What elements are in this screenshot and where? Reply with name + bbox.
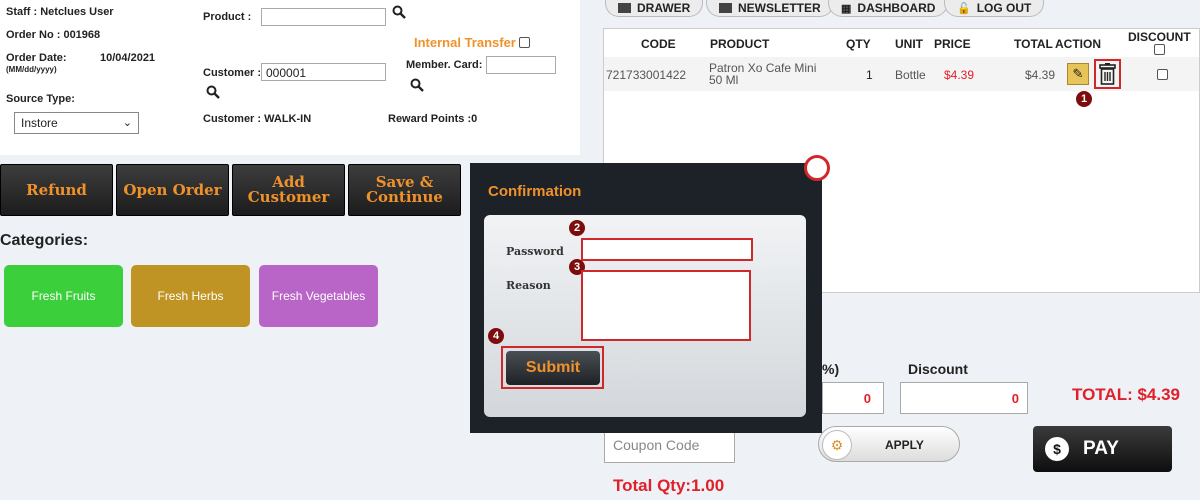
dashboard-icon: ▦	[841, 2, 852, 15]
tab-dashboard[interactable]: ▦ DASHBOARD	[828, 0, 949, 17]
drawer-icon	[618, 3, 631, 13]
select-all-discount-checkbox[interactable]	[1154, 44, 1165, 55]
customer-input[interactable]: 000001	[261, 63, 386, 81]
col-qty: QTY	[846, 37, 871, 51]
tab-newsletter-label: NEWSLETTER	[738, 1, 821, 15]
product-label: Product :	[203, 11, 252, 23]
order-date-value: 10/04/2021	[100, 52, 156, 64]
pct-input[interactable]: 0	[822, 382, 884, 414]
col-unit: UNIT	[895, 37, 923, 51]
envelope-icon	[719, 3, 732, 13]
order-info-panel: Staff : Netclues User Order No : 001968 …	[0, 0, 580, 155]
reason-label: Reason	[506, 279, 551, 292]
source-type-value: Instore	[21, 116, 58, 130]
customer-label: Customer :	[203, 67, 262, 79]
password-input[interactable]	[581, 238, 753, 261]
tab-dashboard-label: DASHBOARD	[857, 1, 936, 15]
col-discount: DISCOUNT	[1128, 30, 1191, 44]
tab-newsletter[interactable]: NEWSLETTER	[706, 0, 834, 17]
cash-icon: $	[1045, 437, 1069, 461]
member-card-search-icon[interactable]	[410, 78, 424, 92]
pay-label: PAY	[1083, 438, 1119, 459]
lock-icon: 🔓	[957, 2, 971, 15]
col-product: PRODUCT	[710, 37, 770, 51]
submit-button[interactable]: Submit	[506, 351, 600, 385]
internal-transfer-checkbox[interactable]	[518, 37, 530, 48]
reward-points: Reward Points :0	[388, 113, 478, 125]
coupon-tag-icon: ⚙	[822, 430, 852, 460]
discount-value: 0	[1011, 391, 1019, 406]
category-fresh-fruits[interactable]: Fresh Fruits	[4, 265, 123, 327]
close-icon[interactable]	[804, 155, 830, 181]
row-product: Patron Xo Cafe Mini 50 Ml	[709, 61, 817, 87]
annotation-badge-4: 4	[488, 328, 504, 344]
order-date-format: (MM/dd/yyyy)	[6, 65, 57, 74]
col-code: CODE	[641, 37, 676, 51]
total-amount: TOTAL: $4.39	[1072, 385, 1181, 404]
apply-label: APPLY	[885, 438, 924, 452]
confirmation-modal: Confirmation 2 Password 3 Reason 4 Submi…	[470, 155, 830, 433]
modal-body: 2 Password 3 Reason 4 Submit	[484, 215, 806, 417]
col-price: PRICE	[934, 37, 971, 51]
refund-button[interactable]: Refund	[0, 164, 113, 216]
annotation-badge-2: 2	[569, 220, 585, 236]
tab-drawer[interactable]: DRAWER	[605, 0, 704, 17]
pay-button[interactable]: $ PAY	[1033, 426, 1172, 472]
customer-search-icon[interactable]	[206, 85, 220, 99]
source-type-select[interactable]: Instore ⌄	[14, 112, 139, 134]
col-action: ACTION	[1055, 37, 1101, 51]
edit-item-icon[interactable]: ✎	[1067, 63, 1089, 85]
row-total: $4.39	[1025, 68, 1056, 82]
source-type-label: Source Type:	[6, 93, 75, 105]
category-fresh-vegetables[interactable]: Fresh Vegetables	[259, 265, 378, 327]
product-input[interactable]	[261, 8, 386, 26]
trash-icon[interactable]	[1098, 63, 1117, 85]
annotation-badge-1: 1	[1076, 91, 1092, 107]
total-qty: Total Qty:1.00	[613, 476, 725, 495]
member-card-input[interactable]	[486, 56, 556, 74]
discount-label: Discount	[908, 361, 968, 377]
tab-drawer-label: DRAWER	[637, 1, 691, 15]
reason-textarea[interactable]	[581, 270, 751, 341]
search-icon[interactable]	[392, 5, 406, 19]
member-card-label: Member. Card:	[406, 59, 483, 71]
row-unit: Bottle	[895, 68, 926, 82]
col-total: TOTAL	[1014, 37, 1053, 51]
staff-label: Staff : Netclues User	[6, 6, 114, 18]
password-label: Password	[506, 245, 564, 258]
customer-name: Customer : WALK-IN	[203, 113, 312, 125]
open-order-button[interactable]: Open Order	[116, 164, 229, 216]
apply-button[interactable]: ⚙ APPLY	[818, 426, 960, 462]
pct-label: %)	[822, 361, 840, 377]
category-fresh-herbs[interactable]: Fresh Herbs	[131, 265, 250, 327]
order-date-label: Order Date:	[6, 52, 67, 64]
order-number: Order No : 001968	[6, 29, 101, 41]
row-discount-checkbox[interactable]	[1157, 69, 1168, 80]
add-customer-button[interactable]: Add Customer	[232, 164, 345, 216]
tab-logout-label: LOG OUT	[976, 1, 1032, 15]
chevron-down-icon: ⌄	[122, 117, 132, 129]
categories-title: Categories:	[0, 232, 89, 249]
tab-logout[interactable]: 🔓 LOG OUT	[944, 0, 1045, 17]
row-qty: 1	[866, 68, 873, 82]
discount-input[interactable]: 0	[900, 382, 1028, 414]
save-continue-button[interactable]: Save & Continue	[348, 164, 461, 216]
pct-value: 0	[863, 391, 871, 406]
modal-title: Confirmation	[488, 183, 582, 200]
internal-transfer-label: Internal Transfer	[414, 35, 516, 50]
row-price: $4.39	[944, 68, 975, 82]
row-code: 721733001422	[606, 68, 687, 82]
internal-transfer[interactable]: Internal Transfer	[414, 35, 530, 50]
